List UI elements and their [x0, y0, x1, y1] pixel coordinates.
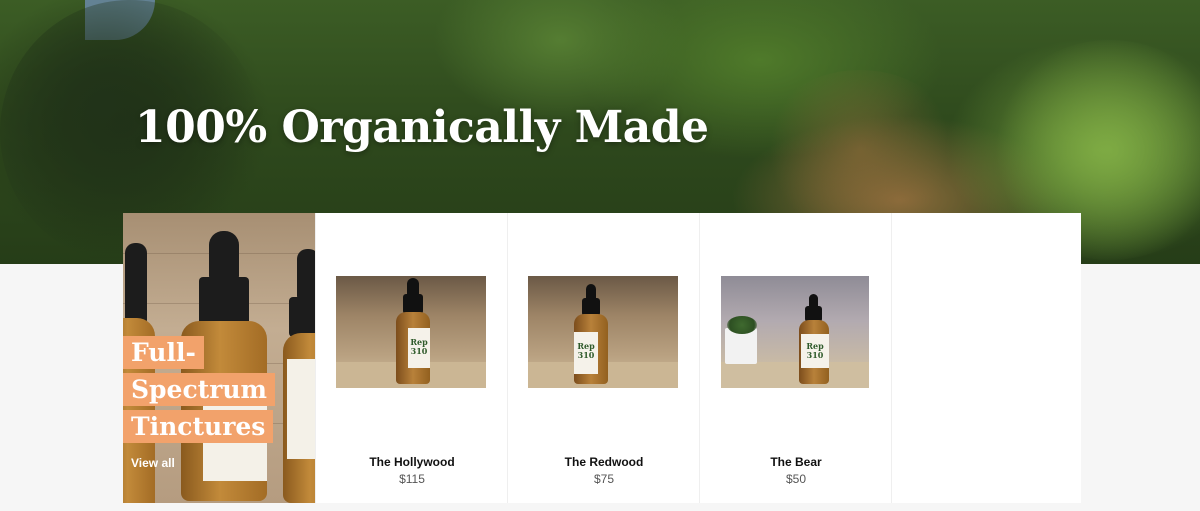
collection-grid: Full- Spectrum Tinctures View all Rep 310… [123, 213, 1081, 503]
product-price: $75 [593, 472, 615, 486]
featured-collection-title: Full- Spectrum Tinctures [123, 334, 283, 445]
product-card[interactable]: Rep 310 The Hollywood $115 [315, 213, 507, 503]
featured-title-line: Tinctures [123, 410, 274, 443]
product-card[interactable]: Rep 310 The Redwood $75 [507, 213, 699, 503]
product-name[interactable]: The Hollywood [316, 455, 508, 469]
product-image[interactable]: Rep 310 [721, 276, 869, 388]
product-price: $115 [399, 472, 425, 486]
plant-image [727, 316, 757, 334]
product-name[interactable]: The Redwood [508, 455, 700, 469]
tincture-bottle-image [283, 249, 315, 503]
view-all-link[interactable]: View all [131, 456, 175, 470]
product-card[interactable]: Rep 310 The Bear $50 [699, 213, 891, 503]
dry-brush [760, 70, 960, 230]
hero-title: 100% Organically Made [135, 102, 709, 153]
featured-title-line: Full- [123, 336, 204, 369]
empty-grid-slot [891, 213, 1081, 503]
product-name[interactable]: The Bear [700, 455, 892, 469]
product-price: $50 [785, 472, 807, 486]
product-image[interactable]: Rep 310 [528, 276, 678, 388]
product-image[interactable]: Rep 310 [336, 276, 486, 388]
featured-title-line: Spectrum [123, 373, 276, 406]
featured-collection-tile[interactable]: Full- Spectrum Tinctures View all [123, 213, 315, 503]
